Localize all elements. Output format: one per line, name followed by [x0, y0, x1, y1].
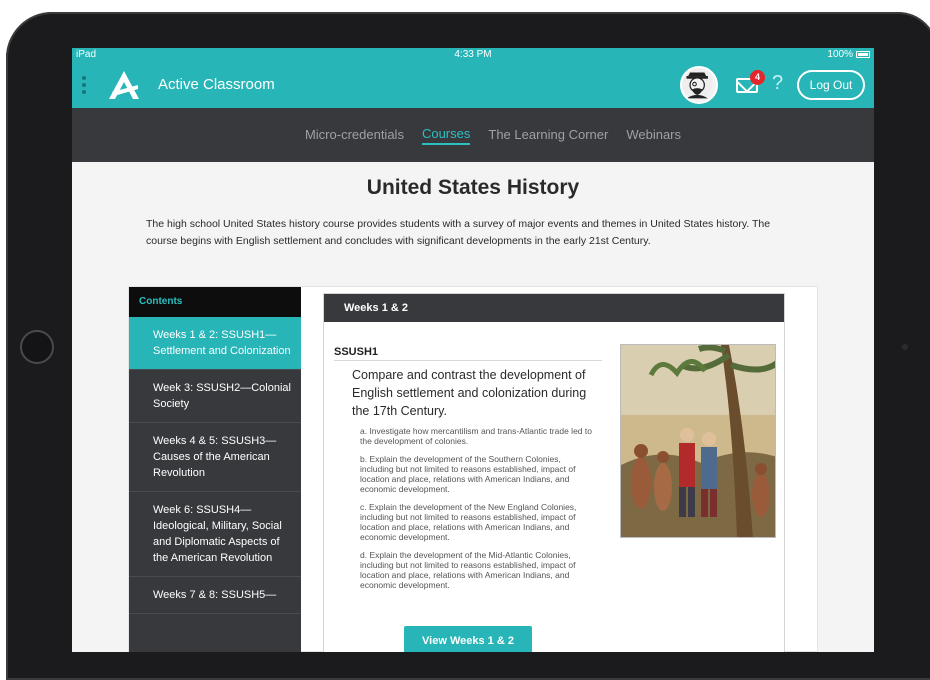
home-button[interactable] — [20, 330, 54, 364]
app-title: Active Classroom — [158, 76, 275, 93]
tablet-screen: iPad 4:33 PM 100% Active Classroom 4 ? L… — [72, 48, 874, 652]
nav-webinars[interactable]: Webinars — [626, 127, 681, 144]
battery-percent: 100% — [827, 49, 853, 60]
substandard-a: a. Investigate how mercantilism and tran… — [360, 426, 592, 446]
help-icon[interactable]: ? — [772, 72, 783, 95]
battery-icon — [856, 51, 870, 58]
standard-text: Compare and contrast the development of … — [352, 368, 587, 418]
substandard-list: a. Investigate how mercantilism and tran… — [360, 426, 596, 598]
nav-learning-corner[interactable]: The Learning Corner — [488, 127, 608, 144]
week-panel: Weeks 1 & 2 SSUSH1 Compare and contrast … — [323, 293, 785, 652]
notification-badge: 4 — [750, 70, 765, 85]
substandard-d: d. Explain the development of the Mid-At… — [360, 550, 576, 590]
logo-icon — [109, 71, 139, 99]
standard-code: SSUSH1 — [334, 346, 602, 361]
substandard-c: c. Explain the development of the New En… — [360, 502, 577, 542]
clock: 4:33 PM — [454, 49, 492, 60]
sidebar-item-weeks-1-2[interactable]: Weeks 1 & 2: SSUSH1—Settlement and Colon… — [129, 317, 301, 370]
course-description: The high school United States history co… — [146, 218, 771, 247]
colonial-illustration — [620, 344, 776, 538]
app-header: Active Classroom 4 ? Log Out — [72, 62, 874, 108]
sidebar-item-week-3[interactable]: Week 3: SSUSH2—Colonial Society — [129, 370, 301, 423]
menu-icon[interactable] — [82, 76, 86, 94]
sidebar-item-week-6[interactable]: Week 6: SSUSH4—Ideological, Military, So… — [129, 492, 301, 577]
avatar[interactable] — [680, 66, 718, 104]
nav-micro-credentials[interactable]: Micro-credentials — [305, 127, 404, 144]
course-content: Contents Weeks 1 & 2: SSUSH1—Settlement … — [128, 286, 818, 652]
contents-sidebar: Contents Weeks 1 & 2: SSUSH1—Settlement … — [129, 287, 301, 652]
page-title: United States History — [366, 176, 580, 199]
battery-status: 100% — [827, 49, 870, 60]
status-bar: iPad 4:33 PM 100% — [72, 48, 874, 62]
view-weeks-button[interactable]: View Weeks 1 & 2 — [404, 626, 532, 652]
logout-button[interactable]: Log Out — [797, 70, 865, 100]
sidebar-item-weeks-7-8[interactable]: Weeks 7 & 8: SSUSH5— — [129, 577, 301, 614]
user-avatar-icon — [682, 68, 713, 99]
nav-courses[interactable]: Courses — [421, 126, 471, 145]
sidebar-item-weeks-4-5[interactable]: Weeks 4 & 5: SSUSH3—Causes of the Americ… — [129, 423, 301, 492]
panel-title: Weeks 1 & 2 — [324, 294, 784, 322]
contents-header: Contents — [129, 287, 301, 317]
substandard-b: b. Explain the development of the Southe… — [360, 454, 576, 494]
historical-painting-image — [621, 345, 775, 537]
camera-icon — [902, 344, 908, 350]
main-nav: Micro-credentials Courses The Learning C… — [72, 108, 874, 162]
